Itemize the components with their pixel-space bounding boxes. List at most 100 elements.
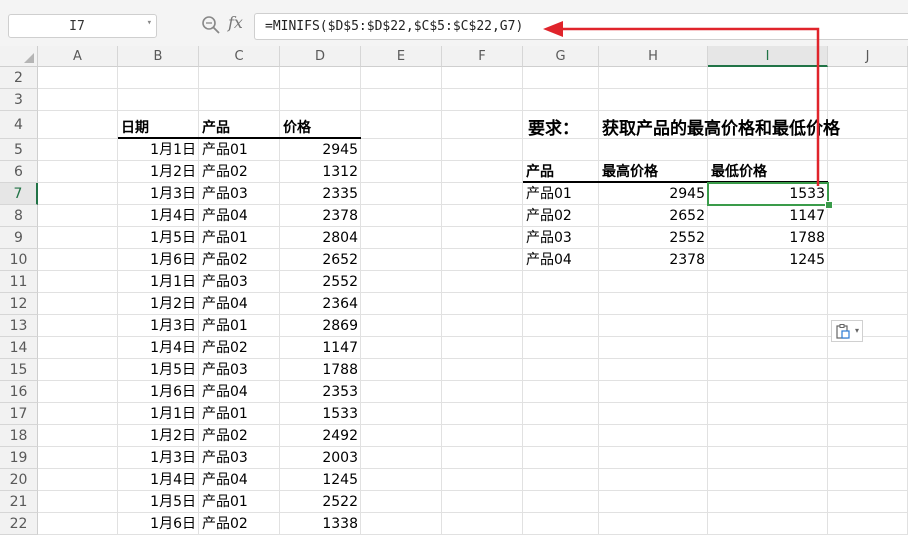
source-product-cell[interactable]: 产品01 [199,227,280,249]
source-product-cell[interactable]: 产品02 [199,249,280,271]
summary-min-price-cell[interactable]: 1788 [708,227,828,249]
source-price-cell[interactable]: 2869 [280,315,361,337]
source-date-cell[interactable]: 1月6日 [118,249,199,271]
source-product-cell[interactable]: 产品03 [199,271,280,293]
source-date-cell[interactable]: 1月3日 [118,183,199,205]
column-header-h[interactable]: H [599,46,708,67]
source-date-cell[interactable]: 1月2日 [118,293,199,315]
source-date-cell[interactable]: 1月5日 [118,227,199,249]
column-header-b[interactable]: B [118,46,199,67]
formula-input[interactable]: =MINIFS($D$5:$D$22,$C$5:$C$22,G7) [254,13,908,40]
source-date-cell[interactable]: 1月4日 [118,205,199,227]
source-date-cell[interactable]: 1月2日 [118,161,199,183]
source-product-cell[interactable]: 产品03 [199,447,280,469]
column-header-f[interactable]: F [442,46,523,67]
summary-max-price-cell[interactable]: 2652 [599,205,708,227]
summary-max-price-cell[interactable]: 2945 [599,183,708,205]
source-product-cell[interactable]: 产品04 [199,293,280,315]
source-date-cell[interactable]: 1月1日 [118,403,199,425]
column-header-c[interactable]: C [199,46,280,67]
zoom-formula-icon[interactable] [201,15,221,35]
source-product-cell[interactable]: 产品04 [199,381,280,403]
row-header-2[interactable]: 2 [0,67,38,89]
source-date-cell[interactable]: 1月1日 [118,139,199,161]
source-date-cell[interactable]: 1月4日 [118,337,199,359]
source-product-cell[interactable]: 产品03 [199,183,280,205]
source-product-cell[interactable]: 产品04 [199,469,280,491]
source-price-cell[interactable]: 1533 [280,403,361,425]
summary-product-cell[interactable]: 产品03 [523,227,599,249]
row-header-13[interactable]: 13 [0,315,38,337]
row-header-10[interactable]: 10 [0,249,38,271]
source-price-cell[interactable]: 1788 [280,359,361,381]
row-header-19[interactable]: 19 [0,447,38,469]
source-price-cell[interactable]: 1245 [280,469,361,491]
select-all-corner[interactable] [0,46,38,67]
source-date-cell[interactable]: 1月4日 [118,469,199,491]
chevron-down-icon[interactable]: ▾ [855,326,859,335]
source-price-cell[interactable]: 2552 [280,271,361,293]
paste-options-button[interactable]: ▾ [831,320,863,342]
row-header-11[interactable]: 11 [0,271,38,293]
source-price-cell[interactable]: 2492 [280,425,361,447]
source-price-cell[interactable]: 2804 [280,227,361,249]
row-header-17[interactable]: 17 [0,403,38,425]
source-date-cell[interactable]: 1月2日 [118,425,199,447]
source-product-cell[interactable]: 产品02 [199,337,280,359]
source-date-cell[interactable]: 1月6日 [118,513,199,535]
row-header-12[interactable]: 12 [0,293,38,315]
source-product-cell[interactable]: 产品01 [199,403,280,425]
row-header-8[interactable]: 8 [0,205,38,227]
fill-handle[interactable] [825,201,833,209]
row-header-4[interactable]: 4 [0,111,38,139]
source-product-cell[interactable]: 产品03 [199,359,280,381]
summary-product-cell[interactable]: 产品02 [523,205,599,227]
source-date-cell[interactable]: 1月5日 [118,491,199,513]
row-header-21[interactable]: 21 [0,491,38,513]
source-price-cell[interactable]: 2364 [280,293,361,315]
source-date-cell[interactable]: 1月3日 [118,447,199,469]
column-header-j[interactable]: J [828,46,908,67]
source-price-cell[interactable]: 2945 [280,139,361,161]
column-header-i[interactable]: I [708,46,828,67]
source-product-cell[interactable]: 产品01 [199,491,280,513]
column-header-g[interactable]: G [523,46,599,67]
row-header-9[interactable]: 9 [0,227,38,249]
source-product-cell[interactable]: 产品01 [199,315,280,337]
summary-min-price-cell[interactable]: 1147 [708,205,828,227]
source-product-cell[interactable]: 产品02 [199,161,280,183]
source-date-cell[interactable]: 1月5日 [118,359,199,381]
summary-product-cell[interactable]: 产品04 [523,249,599,271]
row-header-18[interactable]: 18 [0,425,38,447]
source-price-cell[interactable]: 2335 [280,183,361,205]
source-price-cell[interactable]: 1312 [280,161,361,183]
row-header-22[interactable]: 22 [0,513,38,535]
row-header-7[interactable]: 7 [0,183,38,205]
source-date-cell[interactable]: 1月6日 [118,381,199,403]
source-price-cell[interactable]: 1338 [280,513,361,535]
active-cell-selection[interactable] [707,182,829,206]
row-header-3[interactable]: 3 [0,89,38,111]
column-header-d[interactable]: D [280,46,361,67]
column-header-a[interactable]: A [38,46,118,67]
row-header-15[interactable]: 15 [0,359,38,381]
source-product-cell[interactable]: 产品04 [199,205,280,227]
name-box[interactable]: I7 ▾ [8,14,157,38]
source-price-cell[interactable]: 2353 [280,381,361,403]
source-price-cell[interactable]: 2003 [280,447,361,469]
column-header-e[interactable]: E [361,46,442,67]
source-product-cell[interactable]: 产品02 [199,425,280,447]
fx-icon[interactable]: fx [228,13,243,32]
summary-max-price-cell[interactable]: 2378 [599,249,708,271]
summary-max-price-cell[interactable]: 2552 [599,227,708,249]
source-price-cell[interactable]: 1147 [280,337,361,359]
source-price-cell[interactable]: 2378 [280,205,361,227]
row-header-5[interactable]: 5 [0,139,38,161]
source-date-cell[interactable]: 1月1日 [118,271,199,293]
source-price-cell[interactable]: 2652 [280,249,361,271]
row-header-20[interactable]: 20 [0,469,38,491]
chevron-down-icon[interactable]: ▾ [147,18,152,28]
source-price-cell[interactable]: 2522 [280,491,361,513]
summary-min-price-cell[interactable]: 1245 [708,249,828,271]
source-product-cell[interactable]: 产品01 [199,139,280,161]
